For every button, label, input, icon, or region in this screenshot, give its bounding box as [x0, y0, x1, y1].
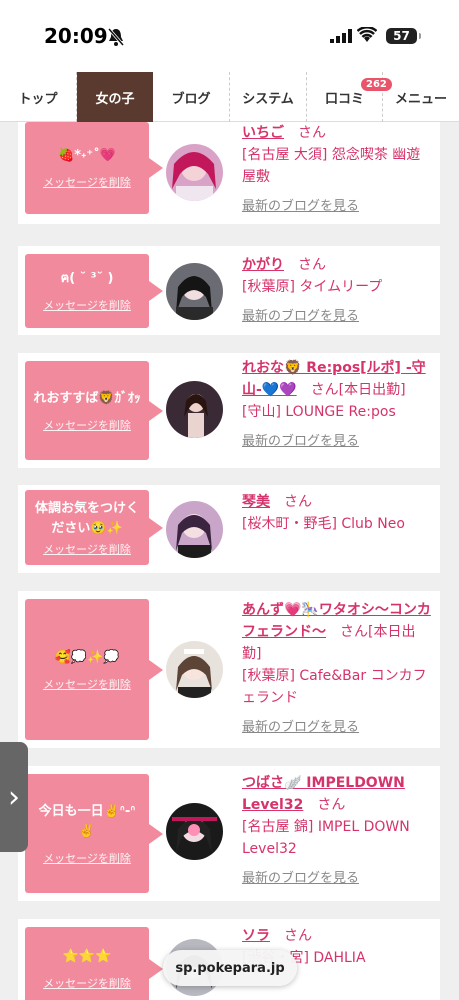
- chevron-right-icon: ›: [8, 779, 20, 815]
- message-bubble: 体調お気をつけください🥹✨ メッセージを削除: [25, 490, 163, 565]
- wifi-icon: [357, 27, 377, 42]
- tab-top[interactable]: トップ: [0, 72, 77, 122]
- message-bubble: 🍓*˖⁺˚💗 メッセージを削除: [25, 122, 163, 214]
- message-text: ⭐️⭐️⭐️: [62, 949, 112, 964]
- latest-blog-link[interactable]: 最新のブログを見る: [242, 306, 432, 328]
- avatar[interactable]: [166, 641, 223, 698]
- avatar[interactable]: [166, 381, 223, 438]
- list-item: れおすすば🦁ｶﾞｵｯ メッセージを削除 れおな🦁 Re:pos[ルポ] -守山-…: [18, 353, 440, 468]
- shop-name: [名古屋 大須] 怨念喫茶 幽遊屋敷: [242, 147, 421, 185]
- message-text: 今日も一日✌️ᐢ-ᐢ✌️: [38, 803, 136, 839]
- latest-blog-link[interactable]: 最新のブログを見る: [242, 431, 432, 453]
- girl-name-link[interactable]: かがり: [242, 257, 284, 273]
- main-nav: トップ 女の子 ブログ システム 口コミ 262 メニュー: [0, 72, 459, 122]
- side-drawer-handle[interactable]: ›: [0, 742, 28, 852]
- shop-name: [桜木町・野毛] Club Neo: [242, 516, 405, 532]
- latest-blog-link[interactable]: 最新のブログを見る: [242, 717, 432, 739]
- delete-message-link[interactable]: メッセージを削除: [43, 417, 131, 433]
- tab-blog[interactable]: ブログ: [153, 72, 230, 122]
- shop-name: [秋葉原] Cafe&Bar コンカフェランド: [242, 668, 427, 706]
- battery-indicator: 57: [386, 28, 421, 44]
- list-item: ฅ( ˘ ³˘ ) メッセージを削除 かがり さん [秋葉原] タイムリープ 最…: [18, 246, 440, 335]
- shop-name: [名古屋 錦] IMPEL DOWN Level32: [242, 819, 410, 857]
- list-item: 🥰💭✨💭 メッセージを削除 あんず💗🎠ワタオシ〜コンカフェランド〜 さん[本日出…: [18, 591, 440, 748]
- list-item: 🍓*˖⁺˚💗 メッセージを削除 いちご さん [名古屋 大須] 怨念喫茶 幽遊屋…: [18, 122, 440, 224]
- bell-slash-icon: [108, 28, 124, 46]
- status-bar: 20:09 57: [0, 0, 459, 72]
- girl-name-link[interactable]: ソラ: [242, 928, 270, 944]
- girl-info: 琴美 さん [桜木町・野毛] Club Neo: [242, 491, 432, 535]
- honorific: さん: [284, 494, 312, 510]
- tab-label: トップ: [18, 91, 58, 107]
- honorific: さん[本日出勤]: [310, 382, 406, 398]
- girl-info: つばさ🪽 IMPELDOWN Level32 さん [名古屋 錦] IMPEL …: [242, 772, 432, 890]
- honorific: さん: [317, 797, 346, 813]
- shop-name: [秋葉原] タイムリープ: [242, 279, 383, 295]
- delete-message-link[interactable]: メッセージを削除: [43, 174, 131, 190]
- url-bar[interactable]: sp.pokepara.jp: [163, 950, 297, 986]
- message-text: 🥰💭✨💭: [54, 649, 120, 665]
- signal-icon: [330, 29, 352, 43]
- message-text: 🍓*˖⁺˚💗: [58, 148, 116, 163]
- tab-girls[interactable]: 女の子: [77, 72, 153, 122]
- message-bubble: 今日も一日✌️ᐢ-ᐢ✌️ メッセージを削除: [25, 774, 163, 893]
- message-text: れおすすば🦁ｶﾞｵｯ: [33, 390, 141, 406]
- message-bubble: れおすすば🦁ｶﾞｵｯ メッセージを削除: [25, 361, 163, 460]
- clock: 20:09: [44, 24, 108, 48]
- list-item: 今日も一日✌️ᐢ-ᐢ✌️ メッセージを削除 つばさ🪽 IMPELDOWN Lev…: [18, 766, 440, 901]
- tab-label: ブログ: [171, 91, 211, 107]
- girl-info: あんず💗🎠ワタオシ〜コンカフェランド〜 さん[本日出勤] [秋葉原] Cafe&…: [242, 599, 432, 739]
- honorific: さん: [298, 125, 326, 141]
- girl-name-link[interactable]: いちご: [242, 125, 284, 141]
- tab-reviews[interactable]: 口コミ 262: [307, 72, 392, 122]
- tab-label: 女の子: [95, 91, 135, 107]
- favorite-girls-list: 🍓*˖⁺˚💗 メッセージを削除 いちご さん [名古屋 大須] 怨念喫茶 幽遊屋…: [0, 122, 459, 1000]
- avatar[interactable]: [166, 263, 223, 320]
- message-text: ฅ( ˘ ³˘ ): [60, 271, 114, 286]
- tab-system[interactable]: システム: [230, 72, 307, 122]
- girl-info: いちご さん [名古屋 大須] 怨念喫茶 幽遊屋敷 最新のブログを見る: [242, 122, 432, 218]
- honorific: さん: [284, 928, 312, 944]
- message-bubble: ฅ( ˘ ³˘ ) メッセージを削除: [25, 254, 163, 328]
- delete-message-link[interactable]: メッセージを削除: [43, 297, 131, 313]
- message-text: 体調お気をつけください🥹✨: [34, 500, 139, 536]
- honorific: さん: [298, 257, 326, 273]
- delete-message-link[interactable]: メッセージを削除: [43, 541, 131, 557]
- girl-info: れおな🦁 Re:pos[ルポ] -守山-💙💜 さん[本日出勤] [守山] LOU…: [242, 357, 432, 453]
- delete-message-link[interactable]: メッセージを削除: [43, 975, 131, 991]
- latest-blog-link[interactable]: 最新のブログを見る: [242, 868, 432, 890]
- delete-message-link[interactable]: メッセージを削除: [43, 850, 131, 866]
- girl-info: かがり さん [秋葉原] タイムリープ 最新のブログを見る: [242, 254, 432, 328]
- avatar[interactable]: [166, 501, 223, 558]
- delete-message-link[interactable]: メッセージを削除: [43, 676, 131, 692]
- tab-label: 口コミ: [324, 91, 364, 107]
- tab-label: システム: [242, 91, 294, 107]
- tab-menu[interactable]: メニュー: [383, 72, 459, 122]
- message-bubble: 🥰💭✨💭 メッセージを削除: [25, 599, 163, 740]
- message-bubble: ⭐️⭐️⭐️ メッセージを削除: [25, 927, 163, 1000]
- avatar[interactable]: [166, 803, 223, 860]
- shop-name: [守山] LOUNGE Re:pos: [242, 404, 396, 420]
- list-item: 体調お気をつけください🥹✨ メッセージを削除 琴美 さん [桜木町・野毛] Cl…: [18, 485, 440, 573]
- tab-label: メニュー: [394, 91, 447, 107]
- girl-name-link[interactable]: 琴美: [242, 494, 270, 510]
- avatar[interactable]: [166, 144, 223, 201]
- latest-blog-link[interactable]: 最新のブログを見る: [242, 196, 432, 218]
